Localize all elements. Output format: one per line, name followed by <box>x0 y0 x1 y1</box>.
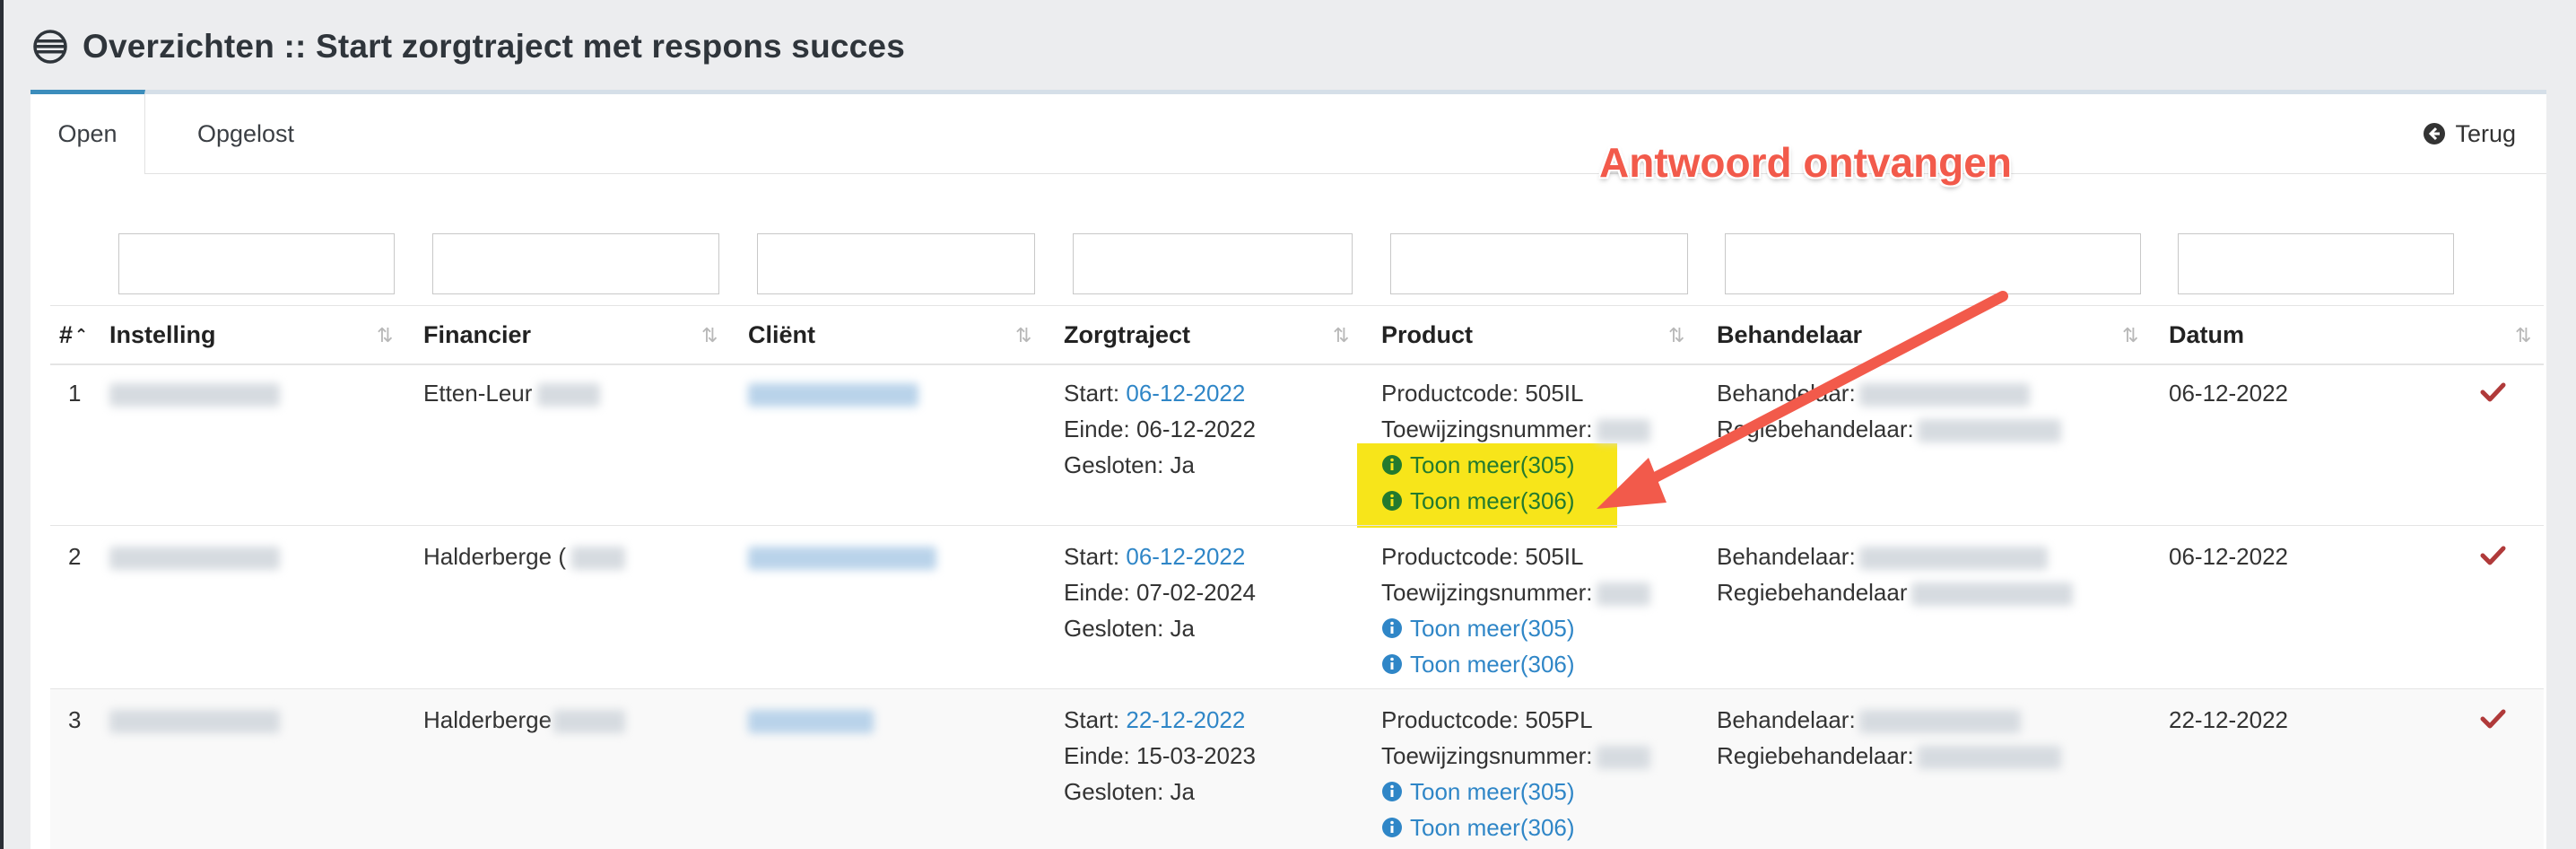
annotation-arrow <box>1597 291 2008 509</box>
